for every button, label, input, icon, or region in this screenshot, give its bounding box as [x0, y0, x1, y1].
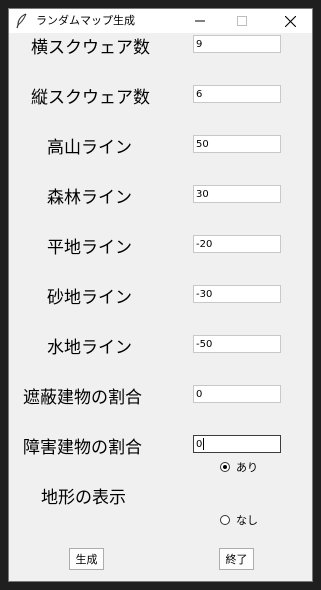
label-cover-building-ratio: 遮蔽建物の割合 — [23, 388, 142, 408]
minimize-button[interactable] — [179, 9, 221, 33]
plain-line-input[interactable] — [193, 235, 281, 253]
quit-button[interactable]: 終了 — [219, 548, 254, 570]
label-forest-line: 森林ライン — [47, 188, 132, 208]
forest-line-input[interactable] — [193, 185, 281, 203]
generate-button[interactable]: 生成 — [69, 548, 104, 570]
window-title: ランダムマップ生成 — [36, 14, 135, 27]
maximize-icon — [237, 16, 247, 26]
cover-building-ratio-input[interactable] — [193, 385, 281, 403]
text-caret — [203, 438, 204, 450]
horizontal-squares-input[interactable] — [193, 35, 281, 53]
sand-line-input[interactable] — [193, 285, 281, 303]
water-line-input[interactable] — [193, 335, 281, 353]
title-bar[interactable]: ランダムマップ生成 — [9, 9, 312, 33]
vertical-squares-input[interactable] — [193, 85, 281, 103]
obstacle-building-ratio-input[interactable] — [193, 435, 281, 453]
label-plain-line: 平地ライン — [47, 238, 132, 258]
radio-unchecked-icon — [220, 515, 230, 525]
mountain-line-input[interactable] — [193, 135, 281, 153]
app-window: ランダムマップ生成 横スクウェア数 縦スクウェア数 高山ライン 森林ライン 平地… — [8, 8, 313, 582]
label-water-line: 水地ライン — [47, 338, 132, 358]
label-obstacle-building-ratio: 障害建物の割合 — [23, 438, 142, 458]
radio-checked-icon — [220, 462, 230, 472]
radio-terrain-on[interactable]: あり — [220, 459, 258, 475]
radio-terrain-off[interactable]: なし — [220, 512, 258, 528]
label-vertical-squares: 縦スクウェア数 — [31, 88, 150, 108]
label-sand-line: 砂地ライン — [47, 288, 132, 308]
close-button[interactable] — [269, 9, 311, 33]
radio-terrain-off-label: なし — [236, 514, 258, 527]
feather-icon — [15, 13, 29, 29]
label-horizontal-squares: 横スクウェア数 — [31, 38, 150, 58]
maximize-button[interactable] — [221, 9, 263, 33]
label-terrain-display: 地形の表示 — [41, 488, 126, 508]
label-mountain-line: 高山ライン — [47, 138, 132, 158]
radio-terrain-on-label: あり — [236, 461, 258, 474]
close-icon — [284, 15, 296, 27]
minimize-icon — [195, 20, 205, 22]
